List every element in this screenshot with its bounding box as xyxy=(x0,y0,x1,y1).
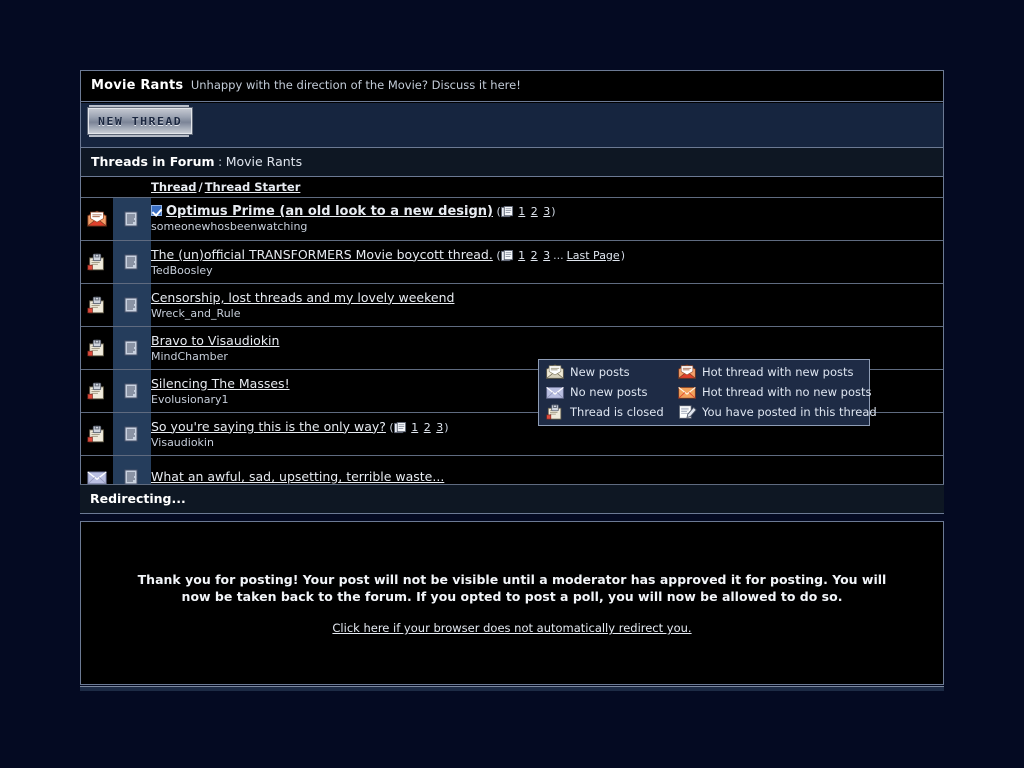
page-link-2[interactable]: 2 xyxy=(423,421,432,434)
thread-closed-icon xyxy=(81,369,113,413)
last-page-link[interactable]: Last Page xyxy=(566,249,621,262)
redirect-title: Redirecting... xyxy=(90,491,186,506)
thread-starter-name: Visaudiokin xyxy=(151,435,214,449)
sort-by-thread-starter-link[interactable]: Thread Starter xyxy=(205,180,301,194)
forum-toolbar: NEW THREAD xyxy=(81,102,943,148)
thread-tools-icon xyxy=(113,240,151,284)
legend-item-label: Thread is closed xyxy=(570,405,664,419)
legend-item: New posts xyxy=(545,364,673,380)
thread-closed-icon xyxy=(81,240,113,284)
page-link-1[interactable]: 1 xyxy=(517,249,526,262)
legend-item-label: New posts xyxy=(570,365,630,379)
pagination-group: ( 1 2 3... Last Page) xyxy=(492,248,625,262)
legend-item-label: You have posted in this thread xyxy=(702,405,877,419)
thread-checkbox-icon[interactable] xyxy=(151,205,162,216)
thread-starter-name: someonewhosbeenwatching xyxy=(151,220,308,233)
thread-cell: The (un)official TRANSFORMERS Movie boyc… xyxy=(151,240,943,284)
no-new-posts-icon xyxy=(545,384,565,400)
hot-thread-new-posts-icon xyxy=(677,364,697,380)
forum-page: Movie Rants Unhappy with the direction o… xyxy=(0,0,1024,768)
table-row[interactable]: Optimus Prime (an old look to a new desi… xyxy=(81,197,943,241)
redirect-body: Thank you for posting! Your post will no… xyxy=(80,521,944,685)
legend-item: No new posts xyxy=(545,384,673,400)
sort-by-thread-link[interactable]: Thread xyxy=(151,180,197,194)
thread-title-link[interactable]: Censorship, lost threads and my lovely w… xyxy=(151,290,454,305)
redirect-message: Thank you for posting! Your post will no… xyxy=(137,572,887,604)
thread-closed-icon xyxy=(81,326,113,370)
thread-tools-icon xyxy=(113,369,151,413)
thread-closed-icon xyxy=(81,283,113,327)
redirect-title-bar: Redirecting... xyxy=(80,484,944,514)
thread-column-header: Thread / Thread Starter xyxy=(151,177,943,198)
hot-thread-new-posts-icon xyxy=(81,197,113,241)
legend-item-label: No new posts xyxy=(570,385,648,399)
thread-closed-icon xyxy=(81,412,113,456)
forum-title-bar: Movie Rants Unhappy with the direction o… xyxy=(81,71,943,102)
threads-in-forum-header: Threads in Forum : Movie Rants xyxy=(81,148,943,177)
new-thread-button[interactable]: NEW THREAD xyxy=(87,107,193,135)
threads-header-label: Threads in Forum xyxy=(91,154,215,169)
table-row[interactable]: The (un)official TRANSFORMERS Movie boyc… xyxy=(81,240,943,284)
forum-description: Unhappy with the direction of the Movie?… xyxy=(190,78,521,92)
page-link-3[interactable]: 3 xyxy=(435,421,444,434)
thread-tools-icon xyxy=(113,326,151,370)
thread-closed-icon xyxy=(545,404,565,420)
thread-tools-icon xyxy=(113,283,151,327)
thread-tools-icon xyxy=(113,412,151,456)
thread-title-link[interactable]: The (un)official TRANSFORMERS Movie boyc… xyxy=(151,247,493,262)
thread-title-link[interactable]: Optimus Prime (an old look to a new desi… xyxy=(166,204,493,219)
legend-item: Hot thread with no new posts xyxy=(677,384,877,400)
page-link-1[interactable]: 1 xyxy=(517,205,526,218)
thread-starter-name: Wreck_and_Rule xyxy=(151,306,241,320)
legend-item: Hot thread with new posts xyxy=(677,364,877,380)
legend-item: You have posted in this thread xyxy=(677,404,877,420)
pagination-group: ( 1 2 3) xyxy=(492,205,556,218)
column-header-separator: / xyxy=(198,180,203,194)
thread-title-link[interactable]: So you're saying this is the only way? xyxy=(151,419,386,434)
page-link-2[interactable]: 2 xyxy=(530,249,539,262)
threads-header-separator: : xyxy=(218,154,223,169)
thread-title-link[interactable]: Silencing The Masses! xyxy=(151,376,290,391)
forum-panel: Movie Rants Unhappy with the direction o… xyxy=(80,70,944,500)
page-link-3[interactable]: 3 xyxy=(542,205,551,218)
thread-title-link[interactable]: Bravo to Visaudiokin xyxy=(151,333,279,348)
thread-status-legend: New posts Hot thread with new posts No new… xyxy=(538,359,877,426)
thread-tools-icon xyxy=(113,197,151,241)
legend-item-label: Hot thread with no new posts xyxy=(702,385,872,399)
thread-title-link[interactable]: What an awful, sad, upsetting, terrible … xyxy=(151,469,444,484)
thread-table-header-row: Thread / Thread Starter xyxy=(81,177,943,198)
manual-redirect-link[interactable]: Click here if your browser does not auto… xyxy=(332,621,691,635)
new-thread-button-label: NEW THREAD xyxy=(97,114,183,128)
status-column-header xyxy=(81,177,113,198)
hot-thread-no-new-posts-icon xyxy=(677,384,697,400)
page-link-1[interactable]: 1 xyxy=(410,421,419,434)
thread-cell: Optimus Prime (an old look to a new desi… xyxy=(151,197,943,241)
thread-starter-name: TedBoosley xyxy=(151,263,213,277)
legend-item: Thread is closed xyxy=(545,404,673,420)
thread-cell: Censorship, lost threads and my lovely w… xyxy=(151,283,943,327)
redirect-link-wrap: Click here if your browser does not auto… xyxy=(332,621,691,635)
table-row[interactable]: Censorship, lost threads and my lovely w… xyxy=(81,283,943,327)
legend-item-label: Hot thread with new posts xyxy=(702,365,854,379)
tools-column-header xyxy=(113,177,151,198)
forum-name: Movie Rants xyxy=(91,78,184,93)
you-posted-icon xyxy=(677,404,697,420)
pagination-group: ( 1 2 3) xyxy=(385,420,449,434)
thread-table: Thread / Thread Starter Optimus Prime (an … xyxy=(81,177,943,499)
threads-header-forum-name: Movie Rants xyxy=(225,154,303,169)
pagination-ellipsis: ... xyxy=(553,248,564,262)
page-link-3[interactable]: 3 xyxy=(542,249,551,262)
new-posts-icon xyxy=(545,364,565,380)
page-link-2[interactable]: 2 xyxy=(530,205,539,218)
page-bottom-strip xyxy=(80,686,944,691)
